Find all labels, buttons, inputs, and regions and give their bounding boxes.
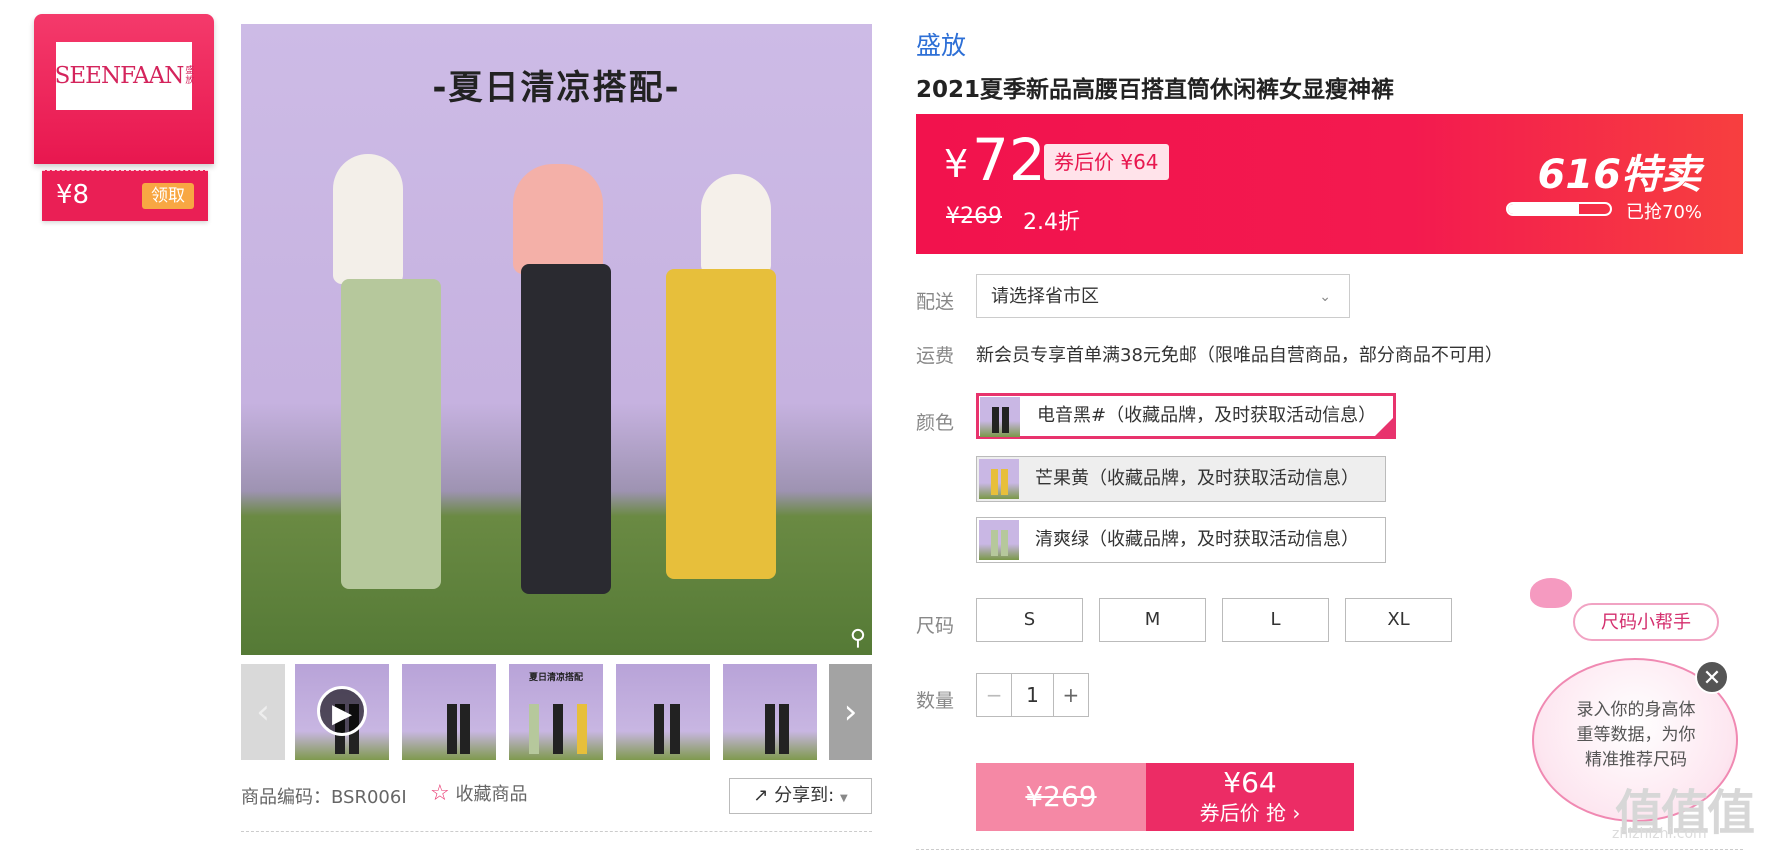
size-option-l[interactable]: L	[1222, 598, 1329, 642]
magnifier-icon[interactable]: ⚲	[850, 626, 866, 651]
selected-check-icon	[1375, 418, 1393, 436]
coupon-amount: ¥8	[56, 180, 90, 210]
color-swatch	[980, 397, 1020, 437]
size-helper-text: 录入你的身高体重等数据，为你精准推荐尺码	[1576, 700, 1696, 770]
share-icon: ↗	[753, 785, 769, 806]
current-price: 72	[972, 126, 1046, 194]
share-button[interactable]: ↗ 分享到: ▼	[729, 778, 872, 814]
model-figure	[701, 174, 771, 274]
thumb-title: 夏日清凉搭配	[528, 673, 583, 683]
product-code: 商品编码：BSR006I	[241, 787, 407, 808]
main-image-title: -夏日清凉搭配-	[432, 68, 681, 108]
favorite-button[interactable]: ☆ 收藏商品	[430, 780, 527, 806]
color-swatch	[979, 520, 1019, 560]
color-option-black[interactable]: 电音黑#（收藏品牌，及时获取活动信息）	[976, 393, 1396, 439]
buy-now-button[interactable]: ¥64 券后价 抢 ›	[1146, 763, 1354, 831]
quantity-label: 数量	[916, 690, 955, 712]
share-label: 分享到:	[774, 785, 835, 806]
color-option-label: 芒果黄（收藏品牌，及时获取活动信息）	[1035, 468, 1359, 489]
divider	[241, 831, 872, 832]
sold-percentage: 已抢70%	[1626, 202, 1703, 223]
model-figure	[333, 154, 403, 284]
thumbnail[interactable]	[616, 664, 710, 760]
color-option-yellow[interactable]: 芒果黄（收藏品牌，及时获取活动信息）	[976, 456, 1386, 502]
close-icon[interactable]: ✕	[1695, 660, 1729, 694]
quantity-plus-button[interactable]: +	[1052, 674, 1088, 716]
chevron-down-icon: ⌄	[1319, 289, 1331, 305]
size-option-s[interactable]: S	[976, 598, 1083, 642]
size-option-xl[interactable]: XL	[1345, 598, 1452, 642]
product-title: 2021夏季新品高腰百搭直筒休闲裤女显瘦神裤	[916, 77, 1395, 103]
original-price: ¥269	[946, 204, 1002, 229]
brand-logo: SEENFAAN 盛放	[54, 42, 194, 110]
size-option-m[interactable]: M	[1099, 598, 1206, 642]
model-pants	[521, 264, 611, 594]
buy-cta: 券后价 抢 ›	[1199, 801, 1301, 825]
color-option-label: 清爽绿（收藏品牌，及时获取活动信息）	[1035, 529, 1359, 550]
watermark-domain: zhizhizhi.com	[1612, 826, 1707, 842]
brand-link[interactable]: 盛放	[916, 26, 966, 62]
caret-down-icon: ▼	[839, 793, 848, 804]
color-option-label: 电音黑#（收藏品牌，及时获取活动信息）	[1037, 405, 1377, 426]
thumbnail[interactable]: ▶	[295, 664, 389, 760]
size-helper-button[interactable]: 尺码小帮手	[1573, 603, 1719, 641]
coupon-price-tag: 券后价 ¥64	[1044, 144, 1169, 180]
quantity-input[interactable]: 1	[1012, 674, 1052, 716]
quantity-minus-button[interactable]: −	[977, 674, 1013, 716]
claim-coupon-button[interactable]: 领取	[142, 183, 194, 209]
divider	[916, 849, 1743, 850]
shipping-text: 新会员专享首单满38元免邮（限唯品自营商品，部分商品不可用）	[976, 345, 1503, 366]
color-swatch	[979, 459, 1019, 499]
thumbnail[interactable]	[402, 664, 496, 760]
sold-progress-bar	[1506, 202, 1612, 216]
model-figure	[513, 164, 603, 274]
brand-card[interactable]: SEENFAAN 盛放	[34, 14, 214, 164]
thumbnail[interactable]	[723, 664, 817, 760]
thumbnail[interactable]: 夏日清凉搭配	[509, 664, 603, 760]
size-label: 尺码	[916, 615, 955, 637]
brand-logo-cn: 盛放	[185, 66, 194, 86]
promo-label: 616特卖	[1537, 152, 1702, 198]
buy-price: ¥64	[1223, 766, 1277, 799]
price-currency: ¥	[944, 142, 969, 186]
discount-rate: 2.4折	[1023, 210, 1080, 235]
brand-coupon: ¥8 领取	[42, 170, 208, 221]
thumb-prev-button[interactable]: ‹	[241, 664, 285, 760]
shipping-label: 运费	[916, 345, 955, 367]
color-label: 颜色	[916, 412, 955, 434]
quantity-stepper: − 1 +	[976, 673, 1089, 717]
favorite-label: 收藏商品	[455, 784, 528, 805]
region-select[interactable]: 请选择省市区 ⌄	[976, 274, 1350, 318]
delivery-label: 配送	[916, 291, 955, 313]
buy-button[interactable]: ¥269 ¥64 券后价 抢 ›	[976, 763, 1354, 831]
mascot-icon	[1530, 578, 1572, 608]
price-banner: ¥ 72 券后价 ¥64 ¥269 2.4折 616特卖 已抢70%	[916, 114, 1743, 254]
buy-original-price: ¥269	[976, 763, 1146, 831]
model-pants	[341, 279, 441, 589]
star-icon: ☆	[430, 781, 450, 806]
brand-logo-text: SEENFAAN	[54, 63, 185, 89]
play-icon[interactable]: ▶	[317, 686, 367, 736]
region-select-value: 请选择省市区	[991, 286, 1099, 307]
thumb-next-button[interactable]: ›	[829, 664, 872, 760]
model-pants	[666, 269, 776, 579]
main-product-image[interactable]: -夏日清凉搭配- ⚲	[241, 24, 872, 655]
color-option-green[interactable]: 清爽绿（收藏品牌，及时获取活动信息）	[976, 517, 1386, 563]
